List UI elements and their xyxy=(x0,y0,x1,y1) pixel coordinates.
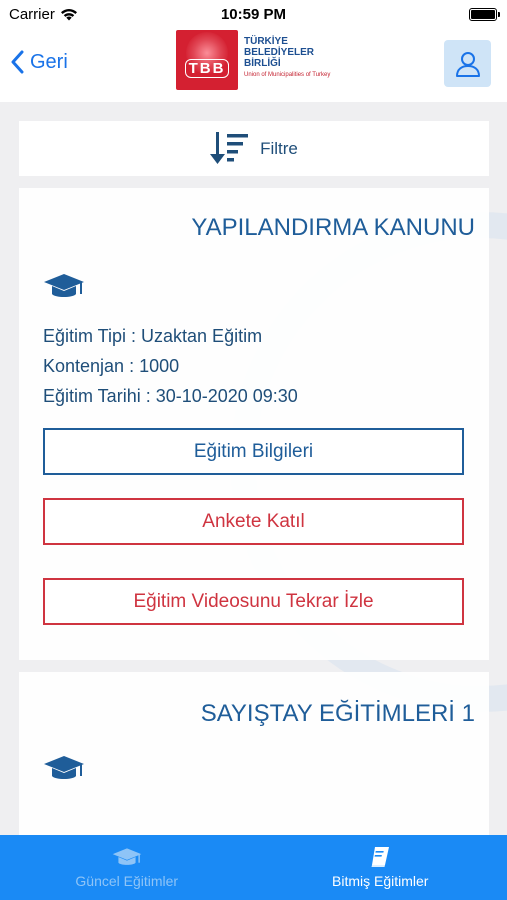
logo-text: TÜRKİYE BELEDİYELER BİRLİĞİ Union of Mun… xyxy=(244,30,330,78)
filter-button[interactable]: Filtre xyxy=(19,121,489,176)
tbb-logo: TBB TÜRKİYE BELEDİYELER BİRLİĞİ Union of… xyxy=(176,30,330,90)
training-info-button[interactable]: Eğitim Bilgileri xyxy=(43,428,464,475)
survey-button[interactable]: Ankete Katıl xyxy=(43,498,464,545)
book-icon xyxy=(371,847,390,867)
sort-filter-icon xyxy=(210,131,249,164)
training-title: YAPILANDIRMA KANUNU xyxy=(191,214,475,241)
logo-mark: TBB xyxy=(176,30,238,90)
training-quota: Kontenjan : 1000 xyxy=(43,356,180,376)
logo-line: BİRLİĞİ xyxy=(244,58,281,69)
graduation-cap-icon xyxy=(44,274,84,297)
training-type: Eğitim Tipi : Uzaktan Eğitim xyxy=(43,326,263,346)
tab-current-trainings[interactable]: Güncel Eğitimler xyxy=(0,835,254,900)
replay-video-button[interactable]: Eğitim Videosunu Tekrar İzle xyxy=(43,578,464,625)
tab-bar: Güncel Eğitimler Bitmiş Eğitimler xyxy=(0,835,507,900)
chevron-left-icon xyxy=(11,50,24,74)
tab-label: Güncel Eğitimler xyxy=(75,873,179,889)
user-icon xyxy=(455,51,480,77)
logo-mark-text: TBB xyxy=(184,59,230,78)
clock: 10:59 PM xyxy=(220,6,287,23)
profile-button[interactable] xyxy=(444,40,491,87)
tab-label: Bitmiş Eğitimler xyxy=(332,873,429,889)
navigation-bar: Geri TBB TÜRKİYE BELEDİYELER BİRLİĞİ Uni… xyxy=(0,30,507,102)
training-date: Eğitim Tarihi : 30-10-2020 09:30 xyxy=(43,386,298,406)
back-label: Geri xyxy=(30,50,68,73)
logo-line: BELEDİYELER xyxy=(244,47,315,58)
graduation-cap-icon xyxy=(112,848,142,865)
battery-icon xyxy=(469,8,500,21)
back-button[interactable]: Geri xyxy=(10,50,68,74)
training-title: SAYIŞTAY EĞİTİMLERİ 1 xyxy=(200,700,475,727)
logo-line: TÜRKİYE xyxy=(244,36,288,47)
tab-finished-trainings[interactable]: Bitmiş Eğitimler xyxy=(254,835,507,900)
training-card: YAPILANDIRMA KANUNU Eğitim Tipi : Uzakta… xyxy=(19,188,489,660)
filter-label: Filtre xyxy=(260,138,298,158)
status-bar: Carrier 10:59 PM xyxy=(0,0,507,30)
graduation-cap-icon xyxy=(44,756,84,779)
training-list[interactable]: Filtre YAPILANDIRMA KANUNU Eğitim Tipi :… xyxy=(0,102,507,835)
training-card: SAYIŞTAY EĞİTİMLERİ 1 xyxy=(19,672,489,835)
logo-english: Union of Municipalities of Turkey xyxy=(244,72,331,78)
